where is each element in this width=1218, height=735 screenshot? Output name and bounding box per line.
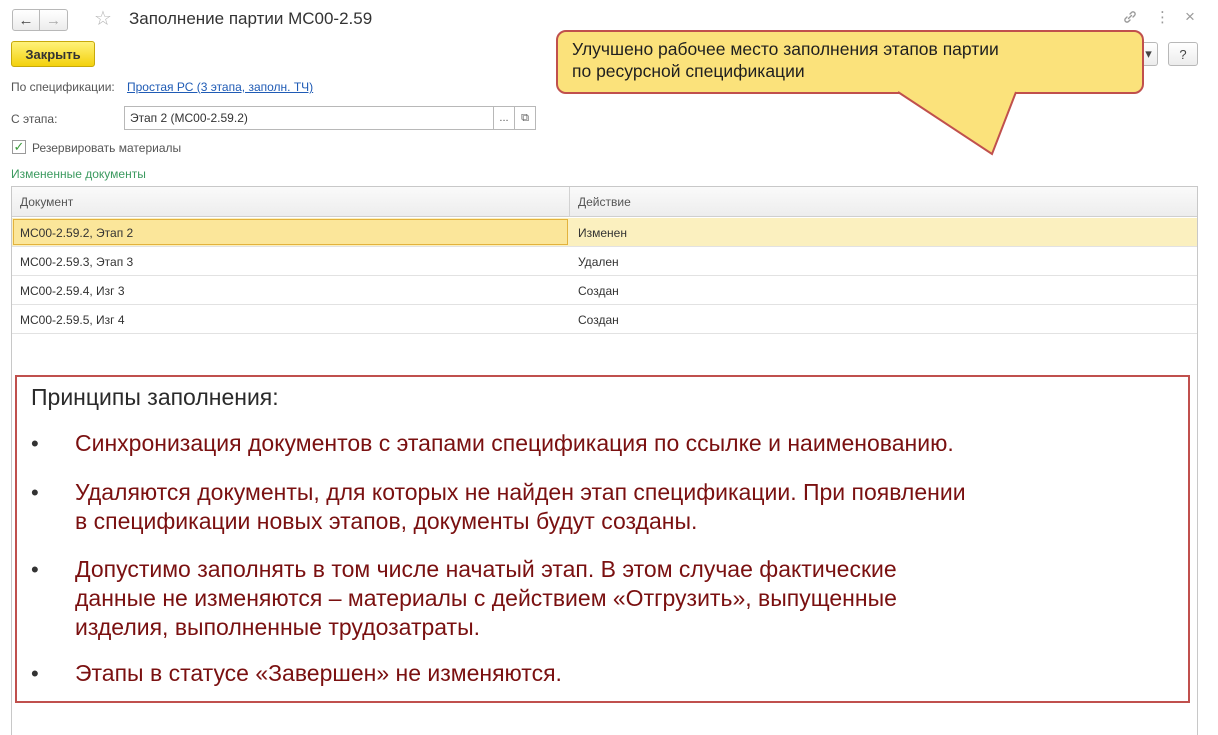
- reserve-checkbox[interactable]: ✓: [12, 140, 26, 154]
- reserve-label: Резервировать материалы: [32, 141, 182, 155]
- principle-line: Допустимо заполнять в том числе начатый …: [75, 556, 897, 582]
- close-icon[interactable]: ×: [1185, 8, 1195, 26]
- principle-line: данные не изменяются – материалы с дейст…: [75, 585, 897, 611]
- table-row[interactable]: МС00-2.59.5, Изг 4 Создан: [12, 305, 1197, 334]
- cell-document: МС00-2.59.2, Этап 2: [20, 226, 134, 240]
- close-button[interactable]: Закрыть: [11, 41, 95, 67]
- bullet-icon: •: [31, 661, 39, 686]
- principle-item: Этапы в статусе «Завершен» не изменяются…: [75, 659, 1175, 688]
- cell-action: Создан: [578, 313, 619, 327]
- window-title: Заполнение партии МС00-2.59: [129, 9, 373, 28]
- spec-link[interactable]: Простая РС (3 этапа, заполн. ТЧ): [127, 80, 313, 94]
- link-icon-svg: [1124, 11, 1136, 23]
- link-icon[interactable]: [1122, 9, 1138, 30]
- cell-action: Создан: [578, 284, 619, 298]
- cell-document: МС00-2.59.3, Этап 3: [20, 255, 134, 269]
- help-button[interactable]: ?: [1168, 42, 1198, 66]
- callout-line: Улучшено рабочее место заполнения этапов…: [572, 39, 999, 59]
- stage-input[interactable]: Этап 2 (МС00-2.59.2): [124, 106, 494, 130]
- principle-line: Удаляются документы, для которых не найд…: [75, 479, 966, 505]
- bullet-icon: •: [31, 431, 39, 456]
- cell-document: МС00-2.59.4, Изг 3: [20, 284, 125, 298]
- stage-label: С этапа:: [11, 112, 58, 126]
- column-separator: [569, 187, 570, 217]
- table-header: Документ Действие: [12, 187, 1197, 217]
- column-header-action[interactable]: Действие: [578, 195, 631, 209]
- table-row[interactable]: МС00-2.59.4, Изг 3 Создан: [12, 276, 1197, 305]
- star-icon[interactable]: ☆: [94, 8, 112, 30]
- principle-line: в спецификации новых этапов, документы б…: [75, 508, 698, 534]
- cell-action: Изменен: [578, 226, 627, 240]
- callout-pointer: [897, 91, 1017, 156]
- cell-action: Удален: [578, 255, 619, 269]
- more-icon[interactable]: ⋮: [1155, 9, 1170, 27]
- table-row[interactable]: МС00-2.59.2, Этап 2 Изменен: [12, 218, 1197, 247]
- table-row[interactable]: МС00-2.59.3, Этап 3 Удален: [12, 247, 1197, 276]
- principle-line: Синхронизация документов с этапами специ…: [75, 430, 954, 456]
- bullet-icon: •: [31, 557, 39, 582]
- stage-open-icon[interactable]: ⧉: [514, 106, 536, 130]
- column-header-document[interactable]: Документ: [20, 195, 73, 209]
- stage-select-button[interactable]: ...: [493, 106, 515, 130]
- principle-line: Этапы в статусе «Завершен» не изменяются…: [75, 660, 562, 686]
- callout-note: Улучшено рабочее место заполнения этапов…: [556, 30, 1144, 94]
- principle-line: изделия, выполненные трудозатраты.: [75, 614, 481, 640]
- forward-button[interactable]: →: [40, 9, 68, 31]
- principle-item: Удаляются документы, для которых не найд…: [75, 478, 1175, 536]
- bullet-icon: •: [31, 480, 39, 505]
- principles-title: Принципы заполнения:: [31, 384, 279, 410]
- principle-item: Синхронизация документов с этапами специ…: [75, 429, 1175, 458]
- callout-line: по ресурсной спецификации: [572, 61, 805, 81]
- principles-panel: Принципы заполнения: • Синхронизация док…: [15, 375, 1190, 703]
- spec-label: По спецификации:: [11, 80, 115, 94]
- principle-item: Допустимо заполнять в том числе начатый …: [75, 555, 1175, 642]
- cell-document: МС00-2.59.5, Изг 4: [20, 313, 125, 327]
- back-button[interactable]: ←: [12, 9, 40, 31]
- section-title: Измененные документы: [11, 167, 146, 181]
